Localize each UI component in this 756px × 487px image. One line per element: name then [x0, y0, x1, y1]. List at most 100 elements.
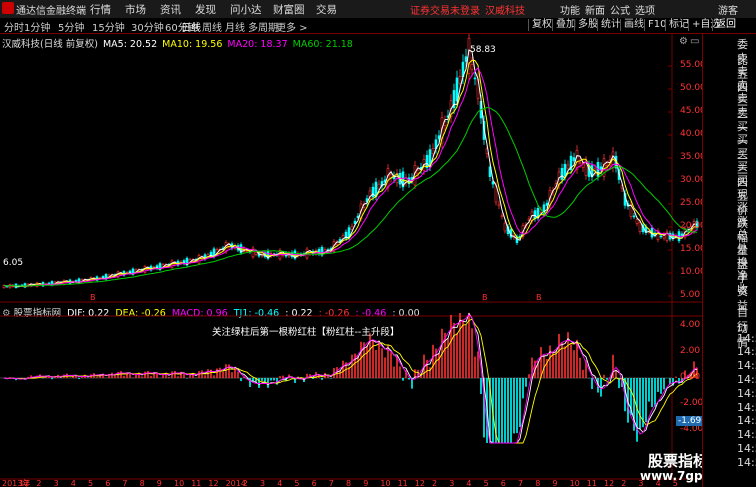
draw-line-button[interactable]: 画线: [620, 19, 647, 31]
frame-lines: [0, 34, 702, 480]
menu-formula[interactable]: 公式: [610, 2, 630, 17]
x-axis-label: 7: [329, 479, 334, 487]
x-axis-label: 11: [191, 479, 201, 487]
menu-options[interactable]: 选项: [635, 2, 655, 17]
x-axis-label: 11: [398, 479, 408, 487]
tick-time-label: 14:56: [737, 373, 756, 386]
x-axis-label: 8: [346, 479, 351, 487]
signal-marker: B: [90, 293, 96, 302]
candle-body: [473, 77, 477, 80]
x-axis-label: 6: [105, 479, 110, 487]
tab-period-timeshare[interactable]: 分时: [4, 19, 24, 34]
menu-function[interactable]: 功能: [560, 2, 580, 17]
macd-tick-label: 2.00: [680, 346, 701, 356]
x-axis-label: 4: [277, 479, 282, 487]
restore-rights-button[interactable]: 复权: [528, 19, 555, 31]
candle-body: [566, 164, 570, 169]
candle-body: [533, 210, 537, 220]
menu-news[interactable]: 资讯: [160, 2, 181, 17]
candle-body: [599, 166, 603, 171]
candle-body: [458, 76, 462, 84]
x-axis-label: 3: [449, 479, 454, 487]
macd-tick-label: 0.00: [680, 372, 701, 382]
low-price-label: 6.05: [3, 258, 24, 268]
menu-wealth[interactable]: 财富圈: [273, 2, 305, 17]
price-tick-label: 5.00: [680, 290, 701, 300]
stock-name-alert: 汉威科技: [485, 6, 525, 17]
tab-period-1min[interactable]: 1分钟: [24, 19, 50, 34]
menu-market[interactable]: 市场: [125, 2, 146, 17]
x-axis-label: 2: [243, 479, 248, 487]
menu-bar: 通达信金融终端 行情 市场 资讯 发现 问小达 财富圈 交易 证券交易未登录 汉…: [0, 0, 756, 19]
candle-body: [431, 148, 435, 155]
menu-trade[interactable]: 交易: [316, 2, 337, 17]
annotation-text: 关注绿柱后第一根粉红柱【粉红柱--主升段】: [212, 327, 400, 338]
x-axis-label: 10: [570, 479, 580, 487]
candle-body: [638, 221, 642, 233]
tick-time-label: 14:56: [737, 400, 756, 414]
signal-marker: B: [536, 293, 542, 302]
x-axis-label: 5: [88, 479, 93, 487]
menu-ask[interactable]: 问小达: [230, 2, 262, 17]
tab-period-more[interactable]: 更多 >: [276, 19, 308, 34]
x-axis-label: 6: [501, 479, 506, 487]
x-axis-label: 3: [260, 479, 265, 487]
candle-body: [680, 233, 684, 237]
menu-discover[interactable]: 发现: [195, 2, 216, 17]
price-grid: [668, 65, 672, 297]
x-axis-label: 8: [140, 479, 145, 487]
x-axis-label: 9: [552, 479, 557, 487]
candle-body: [425, 154, 429, 168]
menu-newface[interactable]: 新面: [585, 2, 605, 17]
x-axis-label: 3: [54, 479, 59, 487]
ma-line-3: [3, 106, 698, 287]
candle-body: [578, 161, 582, 164]
menu-guest[interactable]: 游客: [718, 2, 738, 17]
kline-chart[interactable]: BBB 2013年12 2 3 4 5 6 7 8 9 10 11 12 20142 3 4 5 6 7 8 9 10 1…: [0, 34, 702, 487]
macd-tick-label: 4.00: [680, 320, 701, 330]
candle-body: [572, 157, 576, 162]
period-toolbar: 分时 1分钟 5分钟 15分钟 30分钟 60分钟 日线 周线 月线 多周期 更…: [0, 18, 756, 34]
login-alert[interactable]: 证券交易未登录: [410, 2, 480, 17]
app-logo-icon: [2, 2, 14, 14]
candle-body: [470, 64, 474, 70]
x-axis-label: 9: [363, 479, 368, 487]
tick-time-label: 14:56: [737, 359, 756, 373]
x-axis-label: 12: [415, 479, 425, 487]
tab-period-multi[interactable]: 多周期: [248, 19, 278, 34]
x-axis-label: 6: [312, 479, 317, 487]
tab-period-15min[interactable]: 15分钟: [92, 19, 125, 34]
candle-body: [254, 251, 258, 255]
candle-body: [659, 235, 663, 238]
x-axis-label: 10: [380, 479, 390, 487]
macd-current-label: -1.69: [676, 416, 704, 426]
tick-time-label: 14:56: [737, 345, 756, 359]
x-axis-label: 5: [484, 479, 489, 487]
app-title: 通达信金融终端: [16, 6, 86, 17]
tick-time-label: 14:56: [737, 414, 756, 428]
tab-period-day[interactable]: 日线: [181, 19, 201, 34]
x-axis-label: 7: [122, 479, 127, 487]
candle-body: [464, 56, 468, 62]
x-axis-label: 4: [71, 479, 76, 487]
candle-body: [560, 167, 564, 180]
x-axis-label: 2: [621, 479, 626, 487]
tab-period-week[interactable]: 周线: [202, 19, 222, 34]
tab-period-30min[interactable]: 30分钟: [131, 19, 164, 34]
back-button[interactable]: 返回: [712, 19, 739, 31]
candle-body: [371, 186, 375, 198]
tab-period-5min[interactable]: 5分钟: [58, 19, 84, 34]
candle-body: [455, 77, 459, 102]
signal-marker: B: [482, 293, 488, 302]
quote-panel: 委比 卖五 卖四 卖三 卖二 卖一 买一 买二 买三 买四 买五 现价 涨跌 涨幅 总量 外盘 换手 净资 收益 自动…: [702, 34, 756, 487]
x-axis-label: 7: [518, 479, 523, 487]
tick-time-label: 14:56: [737, 442, 756, 455]
candle-body: [632, 215, 636, 218]
candle-body: [575, 150, 579, 170]
x-axis-label: 8: [535, 479, 540, 487]
x-axis-label: 12: [208, 479, 218, 487]
menu-quote[interactable]: 行情: [90, 2, 111, 17]
tab-period-month[interactable]: 月线: [225, 19, 245, 34]
x-axis-label: 2: [432, 479, 437, 487]
candle-body: [500, 215, 504, 217]
